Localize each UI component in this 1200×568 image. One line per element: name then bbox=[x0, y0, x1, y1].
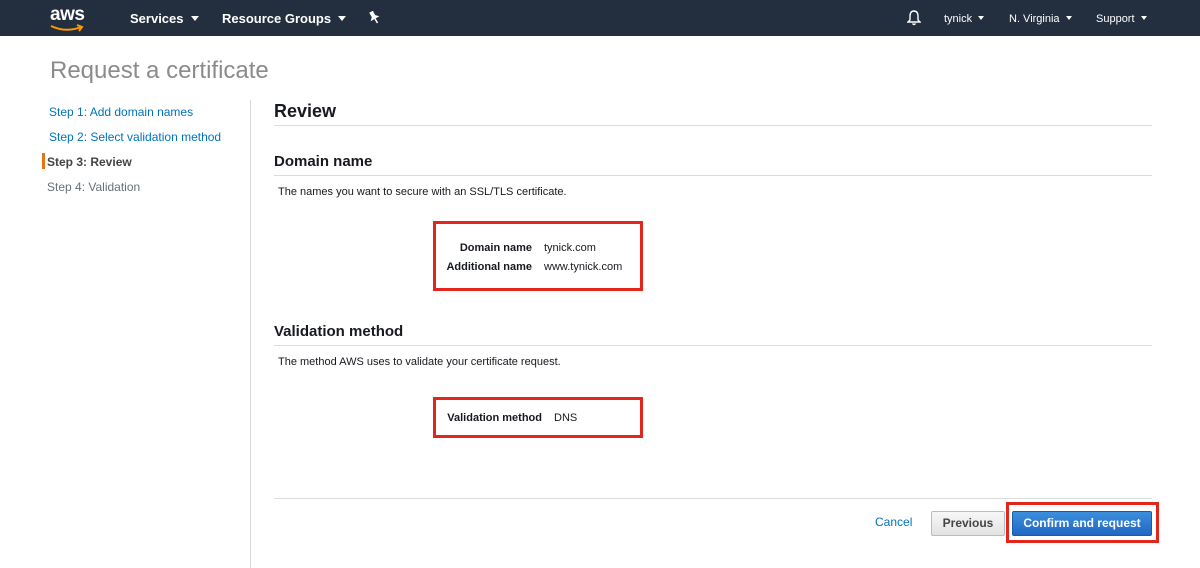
validation-section-heading: Validation method bbox=[274, 323, 404, 340]
current-step-marker bbox=[42, 153, 45, 169]
pin-icon[interactable] bbox=[368, 11, 380, 25]
resource-groups-menu[interactable]: Resource Groups bbox=[222, 0, 347, 36]
chevron-down-icon bbox=[338, 16, 347, 21]
domain-section-divider bbox=[274, 175, 1152, 176]
step-4-future: Step 4: Validation bbox=[47, 180, 141, 194]
chevron-down-icon bbox=[190, 16, 199, 21]
validation-method-value: DNS bbox=[554, 412, 578, 424]
chevron-down-icon bbox=[1140, 16, 1147, 20]
review-divider bbox=[274, 125, 1152, 126]
region-label: N. Virginia bbox=[1009, 13, 1060, 25]
support-label: Support bbox=[1096, 13, 1135, 25]
cancel-link[interactable]: Cancel bbox=[875, 515, 912, 529]
confirm-and-request-button[interactable]: Confirm and request bbox=[1012, 511, 1152, 536]
chevron-down-icon bbox=[1065, 16, 1072, 20]
domain-section-description: The names you want to secure with an SSL… bbox=[278, 186, 567, 198]
domain-name-label: Domain name bbox=[459, 242, 532, 254]
step-3-current: Step 3: Review bbox=[47, 155, 132, 169]
step-1-link[interactable]: Step 1: Add domain names bbox=[49, 105, 193, 119]
validation-section-divider bbox=[274, 345, 1152, 346]
actions-divider bbox=[274, 498, 1152, 499]
validation-method-label: Validation method bbox=[447, 412, 542, 424]
step-2-link[interactable]: Step 2: Select validation method bbox=[49, 130, 221, 144]
support-menu[interactable]: Support bbox=[1096, 0, 1147, 36]
page-title: Request a certificate bbox=[50, 57, 269, 84]
services-menu[interactable]: Services bbox=[130, 0, 199, 36]
user-label: tynick bbox=[944, 13, 973, 25]
validation-section-description: The method AWS uses to validate your cer… bbox=[278, 356, 561, 368]
sidebar-divider bbox=[250, 100, 251, 568]
aws-logo[interactable]: aws bbox=[50, 5, 90, 33]
logo-text: aws bbox=[50, 4, 85, 25]
services-label: Services bbox=[130, 11, 184, 26]
domain-section-heading: Domain name bbox=[274, 153, 373, 170]
top-nav: aws Services Resource Groups tynick N. V… bbox=[0, 0, 1200, 36]
user-menu[interactable]: tynick bbox=[944, 0, 985, 36]
logo-smile-icon bbox=[50, 24, 84, 32]
domain-name-value: tynick.com bbox=[544, 242, 596, 254]
review-heading: Review bbox=[274, 101, 337, 121]
additional-name-value: www.tynick.com bbox=[544, 261, 623, 273]
previous-button[interactable]: Previous bbox=[931, 511, 1005, 536]
chevron-down-icon bbox=[978, 16, 985, 20]
region-menu[interactable]: N. Virginia bbox=[1009, 0, 1072, 36]
bell-icon[interactable] bbox=[907, 10, 921, 26]
additional-name-label: Additional name bbox=[446, 261, 532, 273]
domain-highlight-box bbox=[433, 221, 643, 291]
resource-groups-label: Resource Groups bbox=[222, 11, 332, 26]
